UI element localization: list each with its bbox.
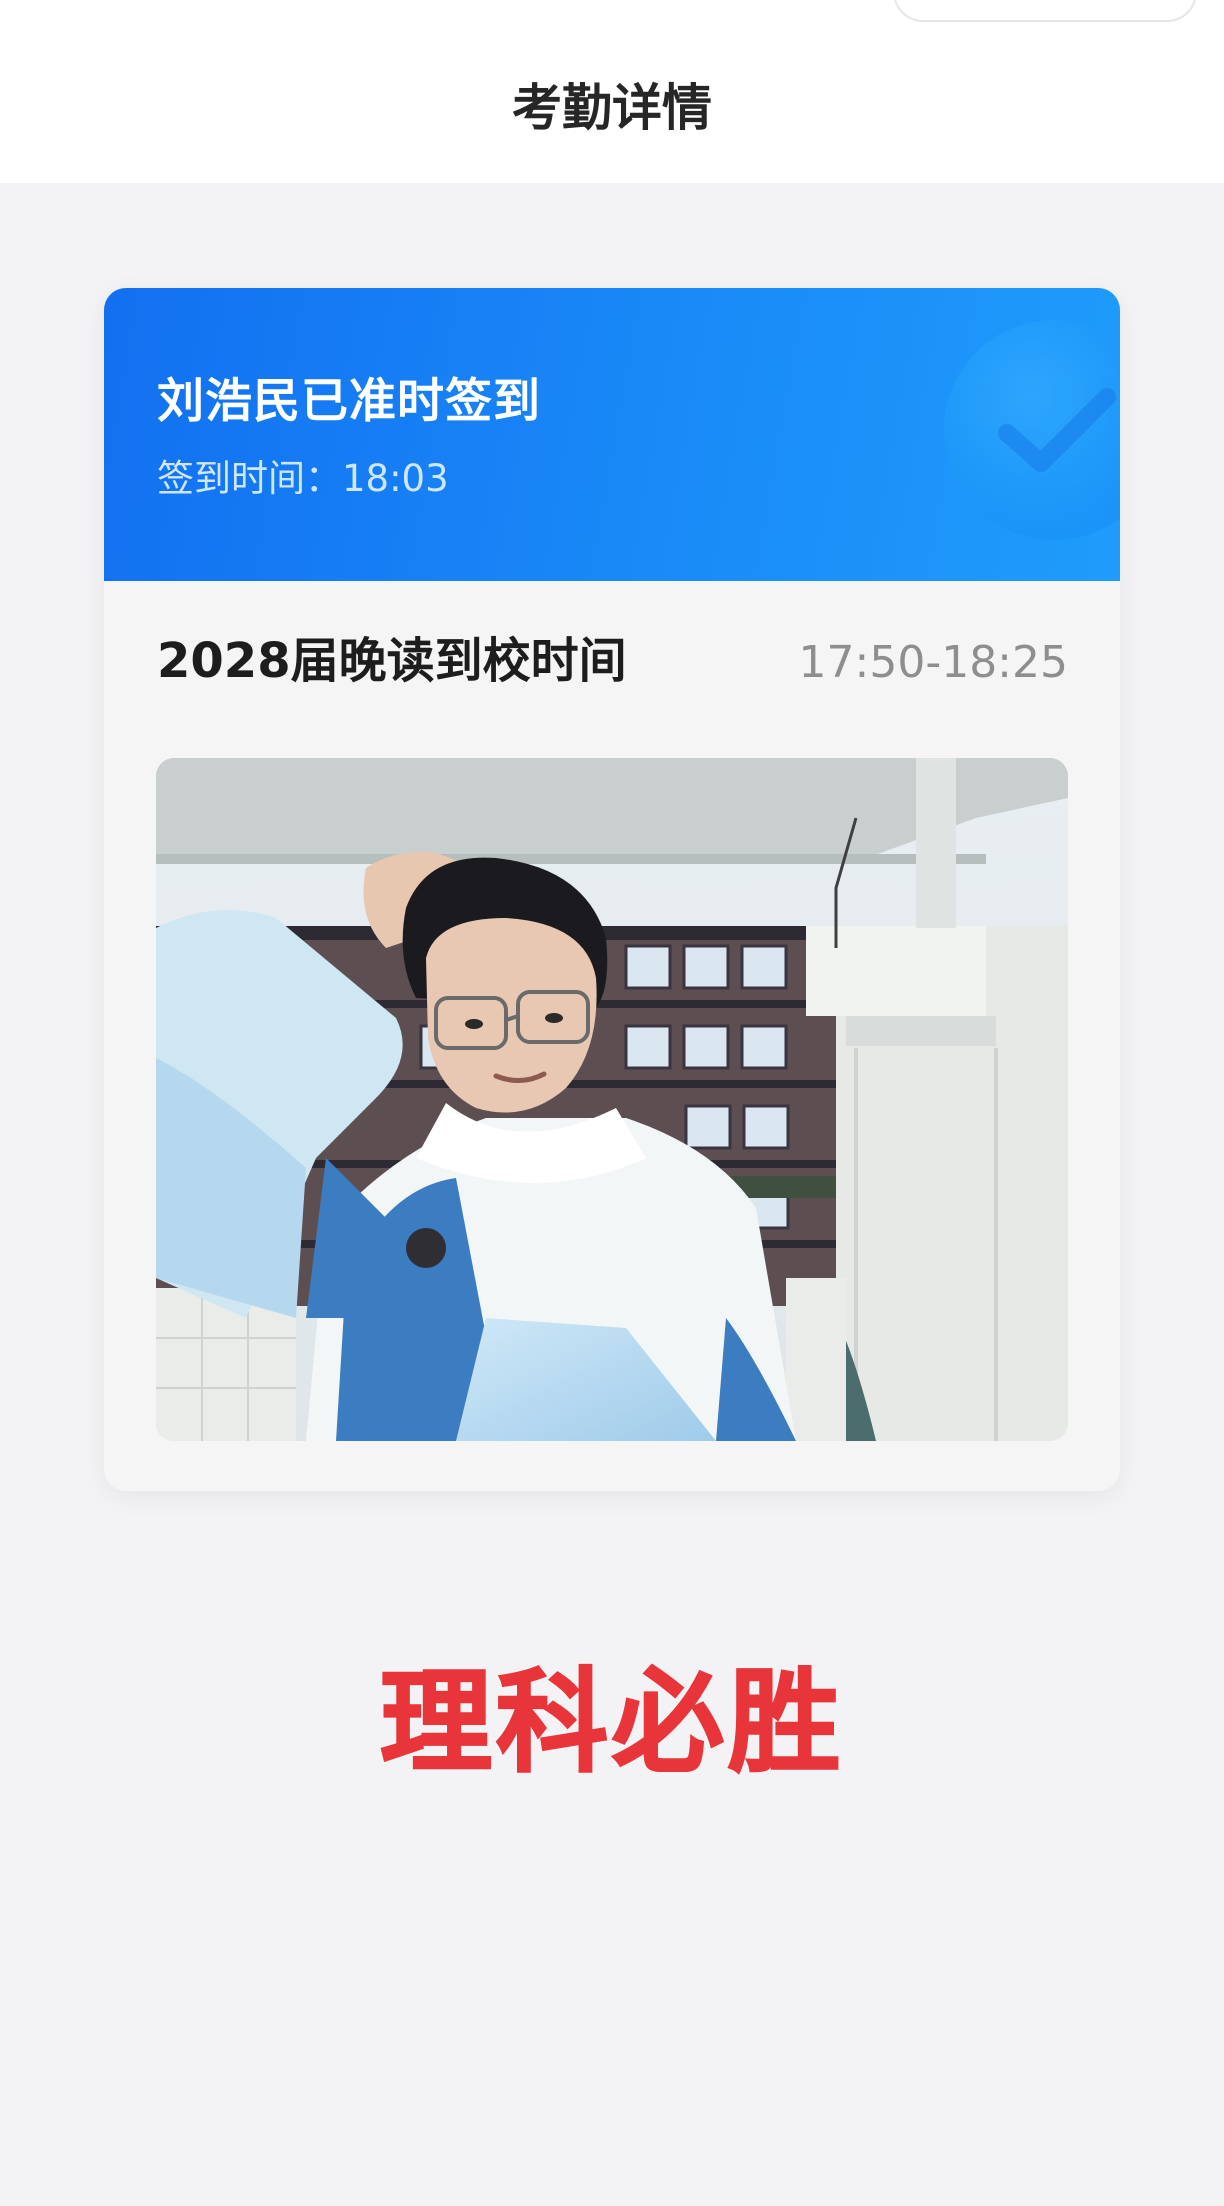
navigation-header: 考勤详情 <box>0 0 1224 183</box>
motto-text: 理科必胜 <box>379 1657 844 1789</box>
status-title: 刘浩民已准时签到 <box>157 374 541 429</box>
session-time-range: 17:50-18:25 <box>798 637 1068 688</box>
check-icon <box>944 320 1120 540</box>
page-title: 考勤详情 <box>512 79 712 137</box>
session-title: 2028届晚读到校时间 <box>157 633 627 689</box>
checkin-time: 18:03 <box>342 457 449 500</box>
checkin-label: 签到时间： <box>157 457 342 500</box>
status-banner: 刘浩民已准时签到 签到时间：18:03 <box>104 288 1120 581</box>
attendance-card: 刘浩民已准时签到 签到时间：18:03 2028届晚读到校时间 17:50-18… <box>104 288 1120 1491</box>
mini-program-capsule[interactable] <box>893 0 1197 22</box>
checkin-time-row: 签到时间：18:03 <box>157 456 449 502</box>
checkin-photo[interactable] <box>156 758 1068 1441</box>
